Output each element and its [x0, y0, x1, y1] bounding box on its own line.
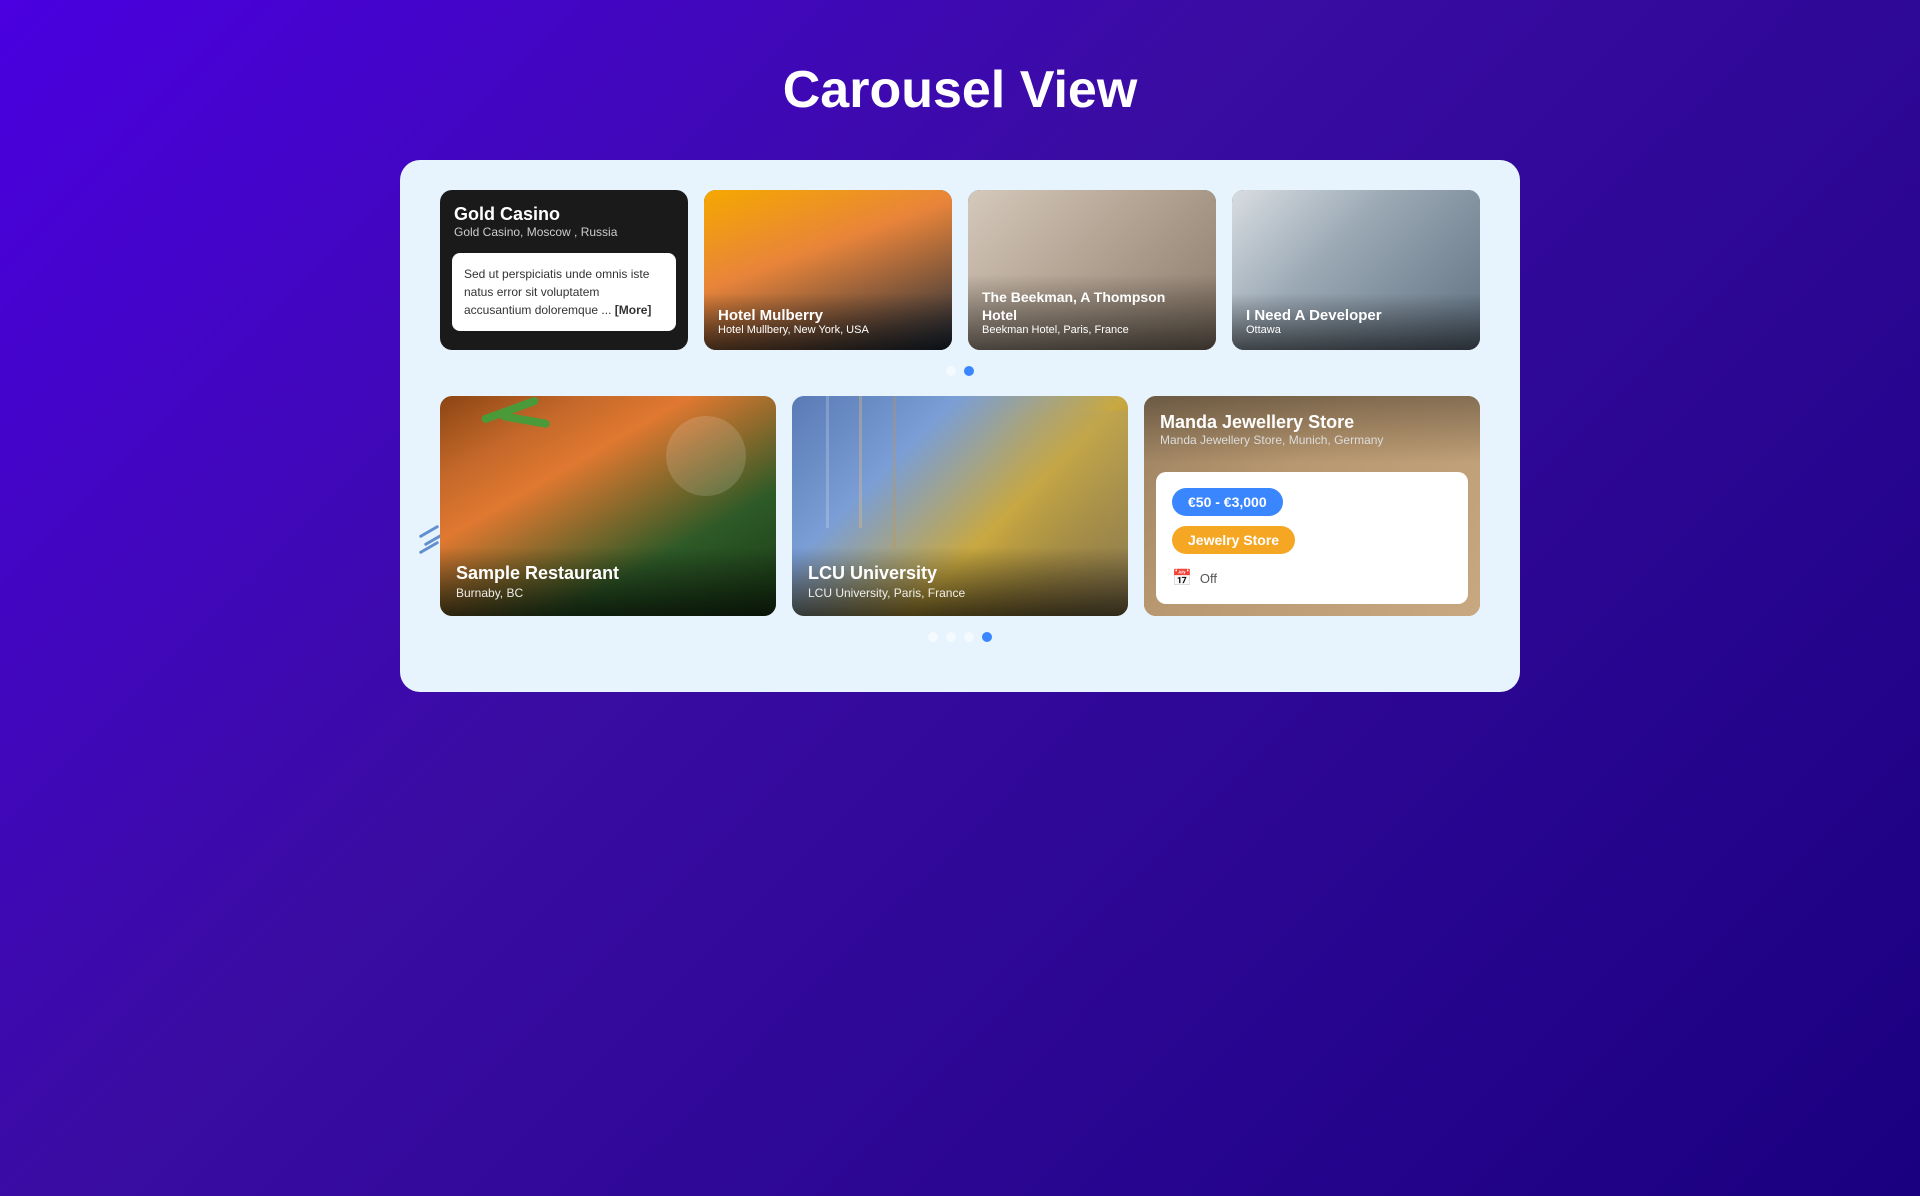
dot-4[interactable]: [982, 632, 992, 642]
card-subtitle: Hotel Mullbery, New York, USA: [718, 324, 938, 336]
price-badge: €50 - €3,000: [1172, 488, 1283, 516]
card-title: The Beekman, A Thompson Hotel: [982, 288, 1202, 324]
card-title: Sample Restaurant: [456, 563, 760, 584]
dot-2[interactable]: [964, 366, 974, 376]
card-subtitle: Burnaby, BC: [456, 586, 760, 600]
carousel-container: Gold Casino Gold Casino, Moscow , Russia…: [400, 160, 1520, 692]
status-row: 📅 Off: [1172, 568, 1452, 588]
card-title: Manda Jewellery Store: [1160, 412, 1464, 433]
dot-3[interactable]: [964, 632, 974, 642]
card-developer[interactable]: I Need A Developer Ottawa: [1232, 190, 1480, 350]
card-subtitle: Manda Jewellery Store, Munich, Germany: [1160, 433, 1464, 447]
more-link[interactable]: [More]: [615, 303, 652, 317]
card-title: I Need A Developer: [1246, 307, 1466, 324]
card-restaurant[interactable]: Sample Restaurant Burnaby, BC: [440, 396, 776, 616]
card-subtitle: Ottawa: [1246, 324, 1466, 336]
card-title: Gold Casino: [454, 204, 674, 225]
dot-1[interactable]: [928, 632, 938, 642]
page-title: Carousel View: [783, 60, 1138, 120]
carousel-dots-2: [440, 632, 1480, 642]
status-label: Off: [1200, 571, 1217, 586]
card-subtitle: Gold Casino, Moscow , Russia: [454, 225, 674, 239]
card-title: LCU University: [808, 563, 1112, 584]
card-hotel-mulberry[interactable]: Hotel Mulberry Hotel Mullbery, New York,…: [704, 190, 952, 350]
card-overlay: Hotel Mulberry Hotel Mullbery, New York,…: [704, 293, 952, 350]
card-jewellery[interactable]: Manda Jewellery Store Manda Jewellery St…: [1144, 396, 1480, 616]
card-subtitle: LCU University, Paris, France: [808, 586, 1112, 600]
calendar-icon: 📅: [1172, 568, 1192, 588]
dot-2[interactable]: [946, 632, 956, 642]
carousel-row-2: Sample Restaurant Burnaby, BC LCU Univer…: [440, 396, 1480, 616]
dot-1[interactable]: [946, 366, 956, 376]
card-subtitle: Beekman Hotel, Paris, France: [982, 324, 1202, 336]
card-gold-casino[interactable]: Gold Casino Gold Casino, Moscow , Russia…: [440, 190, 688, 350]
card-beekman[interactable]: The Beekman, A Thompson Hotel Beekman Ho…: [968, 190, 1216, 350]
category-badge: Jewelry Store: [1172, 526, 1295, 554]
card-overlay: Sample Restaurant Burnaby, BC: [440, 547, 776, 616]
carousel-row-1: Gold Casino Gold Casino, Moscow , Russia…: [440, 190, 1480, 350]
card-title: Hotel Mulberry: [718, 307, 938, 324]
card-overlay: The Beekman, A Thompson Hotel Beekman Ho…: [968, 274, 1216, 350]
card-overlay: LCU University LCU University, Paris, Fr…: [792, 547, 1128, 616]
carousel-dots-1: [440, 366, 1480, 376]
card-university[interactable]: LCU University LCU University, Paris, Fr…: [792, 396, 1128, 616]
card-overlay: I Need A Developer Ottawa: [1232, 293, 1480, 350]
